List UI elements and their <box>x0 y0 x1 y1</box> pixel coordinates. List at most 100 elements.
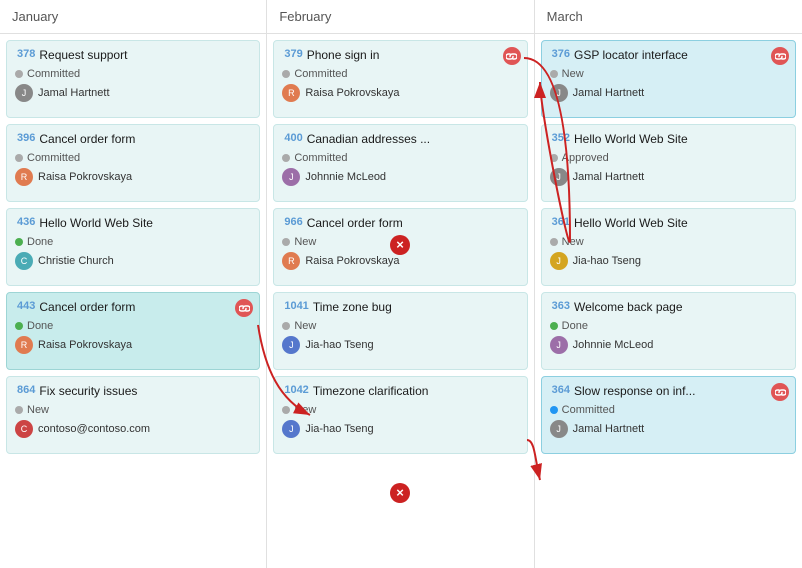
status-dot <box>15 406 23 414</box>
card-status-row: New <box>550 68 787 80</box>
card[interactable]: 363 Welcome back pageDoneJJohnnie McLeod <box>541 292 796 370</box>
status-text: Committed <box>294 68 347 80</box>
month-col-march: March 376 GSP locator interfaceNewJJamal… <box>535 0 802 568</box>
card-id-icon: 364 <box>550 384 570 396</box>
avatar: R <box>15 336 33 354</box>
card-assignee-row: J Jia-hao Tseng <box>282 420 518 438</box>
card-status-row: Committed <box>550 404 787 416</box>
status-dot <box>15 238 23 246</box>
status-text: New <box>294 320 316 332</box>
card-title: Hello World Web Site <box>39 216 153 232</box>
card-title: Request support <box>39 48 127 64</box>
card-status-row: New <box>550 236 787 248</box>
assignee-name: Jamal Hartnett <box>38 87 110 99</box>
card-title: Slow response on inf... <box>574 384 695 400</box>
card-assignee-row: J Jia-hao Tseng <box>550 252 787 270</box>
card[interactable]: 966 Cancel order formNewRRaisa Pokrovska… <box>273 208 527 286</box>
card[interactable]: 396 Cancel order form Committed RRaisa Pok… <box>6 124 260 202</box>
avatar: J <box>282 168 300 186</box>
status-dot <box>550 70 558 78</box>
avatar: J <box>15 84 33 102</box>
card-id-icon: 1041 <box>282 300 308 312</box>
status-dot <box>15 154 23 162</box>
status-text: Committed <box>27 152 80 164</box>
status-dot <box>282 154 290 162</box>
status-dot <box>550 406 558 414</box>
card[interactable]: 352 Hello World Web SiteApprovedJJamal H… <box>541 124 796 202</box>
card[interactable]: 361 Hello World Web Site New J Jia-hao Tsen… <box>541 208 796 286</box>
avatar: J <box>282 336 300 354</box>
status-text: Committed <box>27 68 80 80</box>
assignee-name: Raisa Pokrovskaya <box>305 255 399 267</box>
assignee-name: Christie Church <box>38 255 114 267</box>
card-title-row: 363 Welcome back page <box>550 300 787 316</box>
card-status-row: New <box>282 236 518 248</box>
avatar: J <box>282 420 300 438</box>
month-header-february: February <box>267 0 533 34</box>
card[interactable]: 443 Cancel order formDoneRRaisa Pokrovsk… <box>6 292 260 370</box>
card-title-row: 436 Hello World Web Site <box>15 216 251 232</box>
card-status-row: Committed <box>15 68 251 80</box>
card[interactable]: 1042 Timezone clarification New J Jia-hao T… <box>273 376 527 454</box>
card-title: Cancel order form <box>307 216 403 232</box>
card-title-row: 361 Hello World Web Site <box>550 216 787 232</box>
status-text: Done <box>27 236 53 248</box>
card-assignee-row: RRaisa Pokrovskaya <box>15 168 251 186</box>
assignee-name: Jia-hao Tseng <box>305 339 373 351</box>
link-icon[interactable] <box>503 47 521 65</box>
card-id-icon: 379 <box>282 48 302 60</box>
card-id-icon: 352 <box>550 132 570 144</box>
card-status-row: Committed <box>282 68 518 80</box>
assignee-name: Jia-hao Tseng <box>305 423 373 435</box>
card-status-row: Done <box>15 320 251 332</box>
status-text: Committed <box>294 152 347 164</box>
card[interactable]: 378 Request support Committed J Jamal Hartn… <box>6 40 260 118</box>
status-dot <box>282 238 290 246</box>
assignee-name: Jia-hao Tseng <box>573 255 641 267</box>
card-status-row: Done <box>550 320 787 332</box>
status-text: Done <box>562 320 588 332</box>
assignee-name: Jamal Hartnett <box>573 171 645 183</box>
card-title-row: 396 Cancel order form <box>15 132 251 148</box>
card-title-row: 378 Request support <box>15 48 251 64</box>
status-text: New <box>562 68 584 80</box>
card[interactable]: 1041 Time zone bug New J Jia-hao Tseng <box>273 292 527 370</box>
link-icon[interactable] <box>771 47 789 65</box>
card-assignee-row: CChristie Church <box>15 252 251 270</box>
link-icon[interactable] <box>771 383 789 401</box>
card-id-icon: 400 <box>282 132 302 144</box>
card-title-row: 1042 Timezone clarification <box>282 384 518 400</box>
month-cards-february: 379 Phone sign inCommittedRRaisa Pokrovs… <box>267 34 533 568</box>
card-title: Hello World Web Site <box>574 132 688 148</box>
card-title: Welcome back page <box>574 300 683 316</box>
card[interactable]: 376 GSP locator interfaceNewJJamal Hartn… <box>541 40 796 118</box>
card[interactable]: 400 Canadian addresses ...CommittedJJohn… <box>273 124 527 202</box>
card-title-row: 352 Hello World Web Site <box>550 132 787 148</box>
card-title-row: 376 GSP locator interface <box>550 48 787 64</box>
avatar: J <box>550 168 568 186</box>
card-assignee-row: JJohnnie McLeod <box>282 168 518 186</box>
card[interactable]: 364 Slow response on inf...CommittedJJam… <box>541 376 796 454</box>
month-cards-january: 378 Request support Committed J Jamal Hartn… <box>0 34 266 568</box>
avatar: J <box>550 84 568 102</box>
card-title-row: 364 Slow response on inf... <box>550 384 787 400</box>
card-title: Time zone bug <box>313 300 392 316</box>
assignee-name: Raisa Pokrovskaya <box>38 339 132 351</box>
card-id-icon: 966 <box>282 216 302 228</box>
card[interactable]: 864 Fix security issuesNewCcontoso@conto… <box>6 376 260 454</box>
card-id-icon: 363 <box>550 300 570 312</box>
card-title: Cancel order form <box>39 132 135 148</box>
status-dot <box>15 70 23 78</box>
card-assignee-row: J Jamal Hartnett <box>15 84 251 102</box>
card-assignee-row: J Jamal Hartnett <box>550 168 787 186</box>
card-status-row: New <box>282 404 518 416</box>
month-col-january: January 378 Request supportCommittedJJam… <box>0 0 267 568</box>
status-dot <box>282 322 290 330</box>
card-id-icon: 378 <box>15 48 35 60</box>
card-id-icon: 443 <box>15 300 35 312</box>
avatar: J <box>550 252 568 270</box>
card[interactable]: 379 Phone sign inCommittedRRaisa Pokrovs… <box>273 40 527 118</box>
calendar-grid: January 378 Request supportCommittedJJam… <box>0 0 802 568</box>
card-title-row: 379 Phone sign in <box>282 48 518 64</box>
card[interactable]: 436 Hello World Web Site Done CChristie Ch… <box>6 208 260 286</box>
